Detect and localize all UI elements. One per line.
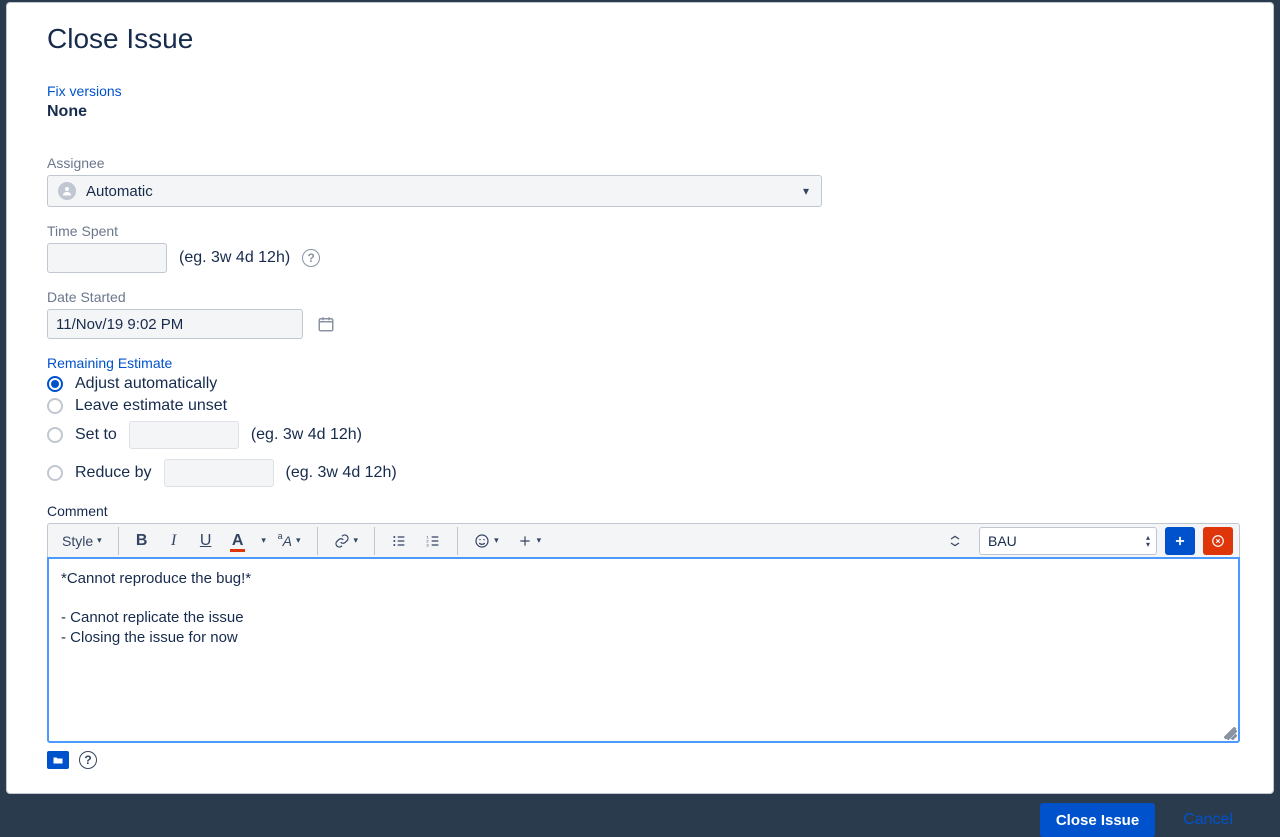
chevron-down-icon: ▾: [803, 184, 809, 198]
radio-leave-unset[interactable]: [47, 398, 63, 414]
time-spent-hint: (eg. 3w 4d 12h): [179, 249, 290, 267]
insert-more-button[interactable]: ▾: [509, 527, 550, 555]
fix-versions-label: Fix versions: [47, 83, 1233, 99]
bold-button[interactable]: B: [127, 527, 157, 555]
dialog-title: Close Issue: [47, 23, 1233, 55]
attachment-browse-button[interactable]: [47, 751, 69, 769]
text-color-button[interactable]: A: [223, 527, 253, 555]
radio-adjust-automatically[interactable]: [47, 376, 63, 392]
user-avatar-icon: [58, 182, 76, 200]
dialog-footer: Close Issue Cancel: [47, 785, 1233, 837]
close-issue-dialog: Close Issue Fix versions None Assignee A…: [6, 2, 1274, 794]
radio-set-to-label: Set to: [75, 426, 117, 444]
resize-handle[interactable]: [1225, 728, 1237, 740]
add-response-button[interactable]: [1165, 527, 1195, 555]
numbered-list-button[interactable]: 123: [417, 527, 449, 555]
radio-reduce-by[interactable]: [47, 465, 63, 481]
cancel-button[interactable]: Cancel: [1183, 811, 1233, 829]
canned-response-select[interactable]: BAU ▴▾: [979, 527, 1157, 555]
remaining-estimate-section: Remaining Estimate Adjust automatically …: [47, 355, 1233, 491]
help-icon[interactable]: ?: [302, 249, 320, 267]
emoji-button[interactable]: ▾: [466, 527, 507, 555]
reduce-by-input[interactable]: [164, 459, 274, 487]
close-issue-button[interactable]: Close Issue: [1040, 803, 1155, 837]
fix-versions-value: None: [47, 103, 1233, 121]
radio-leave-label: Leave estimate unset: [75, 397, 227, 415]
collapse-toolbar-button[interactable]: [939, 527, 971, 555]
calendar-icon[interactable]: [317, 315, 335, 333]
toolbar-separator: [457, 527, 458, 555]
comment-textarea[interactable]: *Cannot reproduce the bug!* - Cannot rep…: [47, 557, 1240, 743]
editor-toolbar: Style ▾ B I U A ▾ aA ▾ ▾: [48, 524, 1239, 558]
radio-adjust-label: Adjust automatically: [75, 375, 217, 393]
comment-section: Comment Style ▾ B I U A ▾ aA ▾: [47, 503, 1233, 769]
text-color-dropdown[interactable]: ▾: [255, 527, 273, 555]
remaining-estimate-label: Remaining Estimate: [47, 355, 1233, 371]
chevron-down-icon: ▾: [494, 535, 499, 546]
delete-response-button[interactable]: [1203, 527, 1233, 555]
svg-text:3: 3: [426, 542, 429, 547]
underline-button[interactable]: U: [191, 527, 221, 555]
comment-editor: Style ▾ B I U A ▾ aA ▾ ▾: [47, 523, 1240, 743]
help-icon[interactable]: ?: [79, 751, 97, 769]
radio-reduce-by-label: Reduce by: [75, 464, 152, 482]
toolbar-separator: [118, 527, 119, 555]
date-started-label: Date Started: [47, 289, 1233, 305]
more-formatting-button[interactable]: aA ▾: [275, 527, 309, 555]
assignee-value: Automatic: [86, 183, 153, 200]
fix-versions-section: Fix versions None: [47, 83, 1233, 139]
date-started-section: Date Started: [47, 289, 1233, 339]
set-to-input[interactable]: [129, 421, 239, 449]
chevron-down-icon: ▾: [354, 535, 359, 546]
style-dropdown[interactable]: Style ▾: [54, 527, 110, 555]
chevron-down-icon: ▾: [296, 535, 301, 546]
date-started-input[interactable]: [47, 309, 303, 339]
reduce-by-hint: (eg. 3w 4d 12h): [286, 464, 397, 482]
set-to-hint: (eg. 3w 4d 12h): [251, 426, 362, 444]
toolbar-separator: [374, 527, 375, 555]
assignee-section: Assignee Automatic ▾: [47, 155, 1233, 207]
italic-button[interactable]: I: [159, 527, 189, 555]
chevron-down-icon: ▾: [97, 535, 102, 546]
chevron-down-icon: ▾: [537, 535, 542, 546]
toolbar-separator: [317, 527, 318, 555]
bullet-list-button[interactable]: [383, 527, 415, 555]
radio-set-to[interactable]: [47, 427, 63, 443]
canned-response-value: BAU: [988, 533, 1017, 549]
select-spinner-icon: ▴▾: [1146, 534, 1150, 548]
assignee-label: Assignee: [47, 155, 1233, 171]
style-dropdown-label: Style: [62, 533, 93, 549]
time-spent-section: Time Spent (eg. 3w 4d 12h) ?: [47, 223, 1233, 273]
time-spent-label: Time Spent: [47, 223, 1233, 239]
link-button[interactable]: ▾: [326, 527, 367, 555]
comment-label: Comment: [47, 503, 1233, 519]
time-spent-input[interactable]: [47, 243, 167, 273]
assignee-select[interactable]: Automatic ▾: [47, 175, 822, 207]
